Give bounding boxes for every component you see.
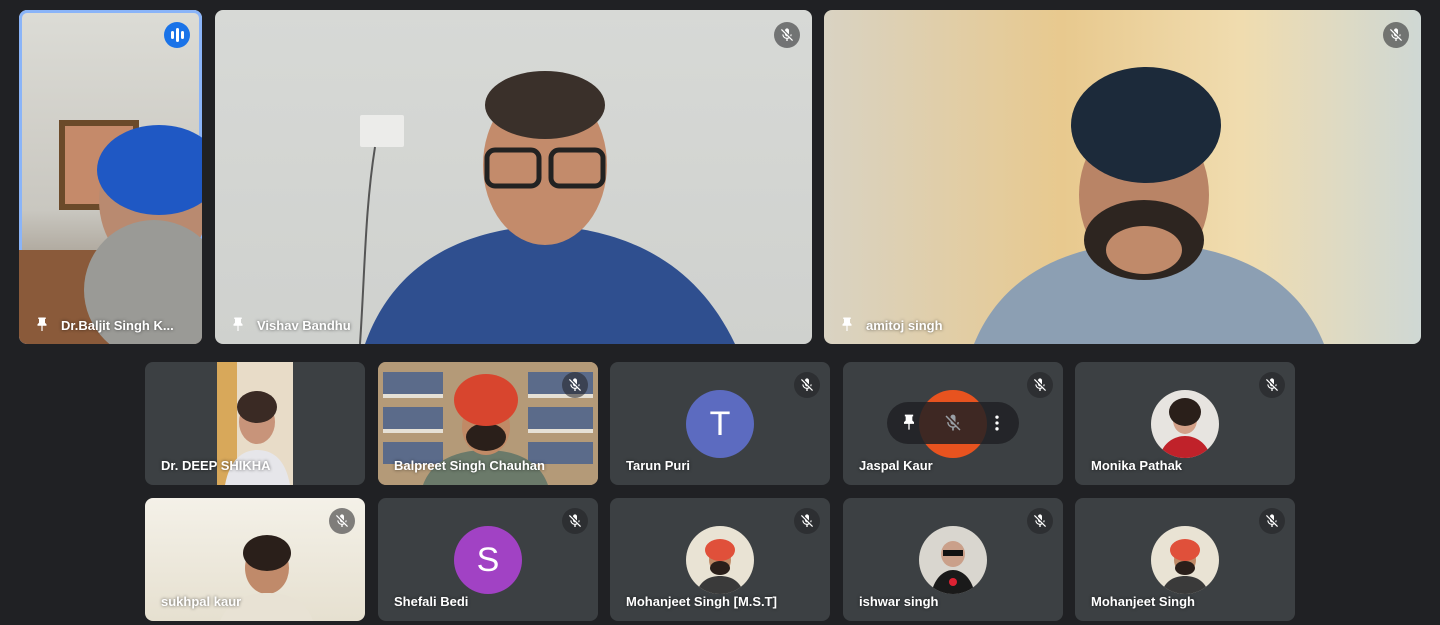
participant-tile-balpreet[interactable]: Balpreet Singh Chauhan [378, 362, 598, 485]
participant-name: Vishav Bandhu [257, 317, 351, 333]
mic-off-icon [1383, 22, 1409, 48]
mic-off-icon [1027, 508, 1053, 534]
participant-tile-mohanjeet-mst[interactable]: Mohanjeet Singh [M.S.T] [610, 498, 830, 621]
avatar [1151, 390, 1219, 458]
participant-tile-amitoj[interactable]: amitoj singh [824, 10, 1421, 344]
audio-level-icon [164, 22, 190, 48]
mic-off-icon [1027, 372, 1053, 398]
participant-tile-sukhpal[interactable]: sukhpal kaur [145, 498, 365, 621]
mic-off-icon [794, 372, 820, 398]
participant-tile-jaspal[interactable]: Jaspal Kaur [843, 362, 1063, 485]
participant-name: Dr.Baljit Singh K... [61, 317, 174, 333]
avatar: S [454, 526, 522, 594]
pin-icon[interactable] [899, 413, 919, 433]
participant-tile-tarun[interactable]: T Tarun Puri [610, 362, 830, 485]
participant-name: Jaspal Kaur [859, 458, 933, 473]
pin-icon[interactable] [229, 316, 247, 334]
mic-off-icon[interactable] [943, 413, 963, 433]
participant-name: sukhpal kaur [161, 594, 242, 609]
mic-off-icon [562, 372, 588, 398]
participant-name: Monika Pathak [1091, 458, 1183, 473]
participant-tile-shefali[interactable]: S Shefali Bedi [378, 498, 598, 621]
participant-tile-monika[interactable]: Monika Pathak [1075, 362, 1295, 485]
participant-name: Dr. DEEP SHIKHA [161, 458, 271, 473]
participant-name: Balpreet Singh Chauhan [394, 458, 545, 473]
avatar: T [686, 390, 754, 458]
mic-off-icon [562, 508, 588, 534]
pin-icon[interactable] [838, 316, 856, 334]
participant-video-vishav [359, 71, 735, 344]
avatar [919, 526, 987, 594]
avatar [1151, 526, 1219, 594]
mic-off-icon [1259, 508, 1285, 534]
participant-name: Mohanjeet Singh [1091, 594, 1195, 609]
participant-tile-baljit[interactable]: Dr.Baljit Singh K... [19, 10, 202, 344]
avatar [686, 526, 754, 594]
participant-name: ishwar singh [859, 594, 939, 609]
mic-off-icon [794, 508, 820, 534]
participant-video-baljit [19, 120, 202, 344]
participant-tile-mohanjeet[interactable]: Mohanjeet Singh [1075, 498, 1295, 621]
participant-name: Shefali Bedi [394, 594, 469, 609]
tile-hover-controls [887, 402, 1019, 444]
mic-off-icon [329, 508, 355, 534]
participant-name: Tarun Puri [626, 458, 691, 473]
mic-off-icon [774, 22, 800, 48]
participant-tile-ishwar[interactable]: ishwar singh [843, 498, 1063, 621]
participant-tile-deep[interactable]: Dr. DEEP SHIKHA [145, 362, 365, 485]
participant-video-amitoj [974, 67, 1324, 344]
participant-tile-vishav[interactable]: Vishav Bandhu [215, 10, 812, 344]
more-vert-icon[interactable] [987, 413, 1007, 433]
pin-icon[interactable] [33, 316, 51, 334]
mic-off-icon [1259, 372, 1285, 398]
participant-name: Mohanjeet Singh [M.S.T] [626, 594, 777, 609]
participant-name: amitoj singh [866, 317, 943, 333]
